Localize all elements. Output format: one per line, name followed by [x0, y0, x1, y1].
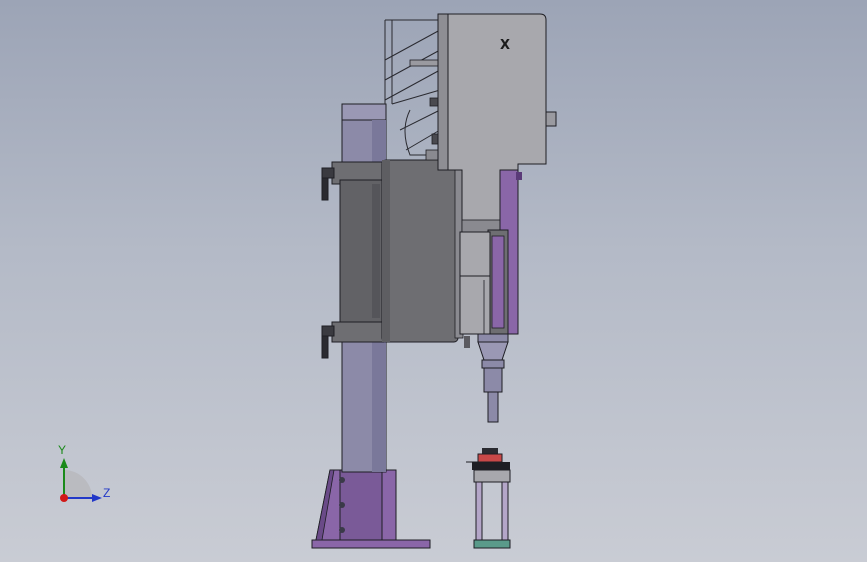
z-axis-label: Z	[103, 486, 111, 500]
coordinate-triad	[60, 458, 102, 502]
x-axis-marker: X	[500, 38, 511, 53]
model-view[interactable]	[0, 0, 867, 562]
lower-gray-block[interactable]	[459, 231, 491, 348]
graphics-viewport[interactable]: X Y Z	[0, 0, 867, 562]
column-base[interactable]	[311, 469, 431, 549]
main-housing[interactable]	[381, 159, 464, 343]
y-axis-label: Y	[58, 443, 67, 457]
carriage-block[interactable]	[339, 179, 385, 323]
workpiece-fixture[interactable]	[466, 448, 511, 549]
spindle-nozzle[interactable]	[477, 333, 509, 423]
